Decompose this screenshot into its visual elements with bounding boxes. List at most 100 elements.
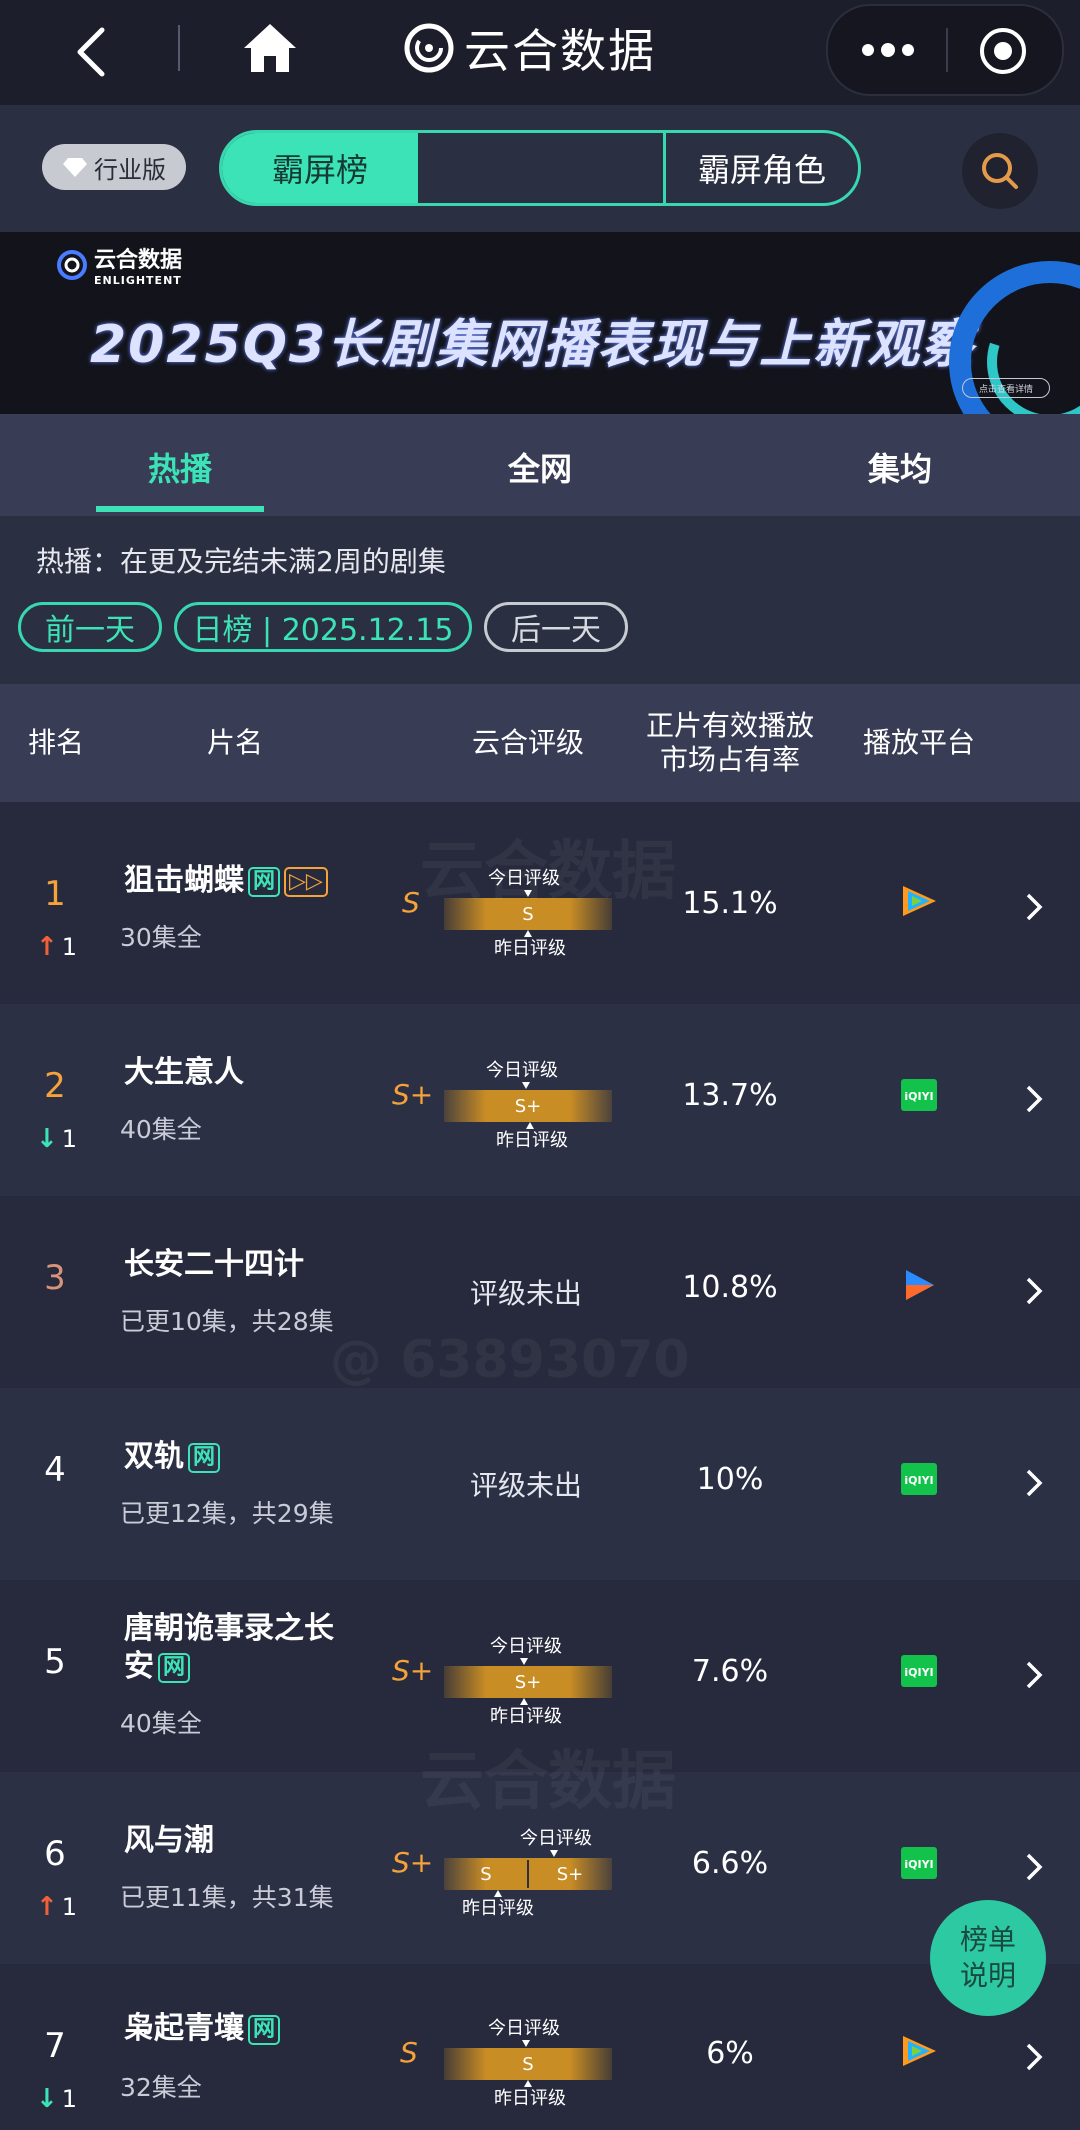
show-title: 狙击蝴蝶网 ▷▷ bbox=[124, 862, 328, 900]
grade-today-label: 今日评级 bbox=[488, 2018, 560, 2039]
banner-logo-icon bbox=[57, 249, 87, 280]
next-day-button[interactable]: 后一天 bbox=[484, 602, 628, 652]
episode-info: 40集全 bbox=[120, 1709, 202, 1738]
table-row[interactable]: 1 ↑ 1 狙击蝴蝶网 ▷▷ 30集全 S 今日评级 S 昨日评级 15.1% bbox=[0, 812, 1080, 1004]
market-share: 15.1% bbox=[682, 886, 778, 921]
diamond-icon bbox=[63, 158, 87, 177]
promo-banner[interactable]: 云合数据 ENLIGHTENT 2025Q3长剧集网播表现与上新观察 点击查看详… bbox=[0, 232, 1080, 414]
home-icon[interactable] bbox=[242, 22, 298, 74]
header-grade: 云合评级 bbox=[471, 726, 584, 759]
edition-label: 行业版 bbox=[94, 155, 166, 184]
tencent-video-icon bbox=[903, 2036, 936, 2066]
iqiyi-icon: iQIYI bbox=[901, 1847, 937, 1879]
grade-yesterday-label: 昨日评级 bbox=[462, 1898, 534, 1919]
iqiyi-icon: iQIYI bbox=[901, 1463, 937, 1495]
grade-today-label: 今日评级 bbox=[520, 1828, 592, 1849]
active-tab-indicator bbox=[96, 506, 264, 512]
grade-yesterday-label: 昨日评级 bbox=[490, 1706, 562, 1727]
episode-info: 30集全 bbox=[120, 923, 202, 952]
grade-letter: S bbox=[400, 2036, 418, 2069]
market-share: 10% bbox=[696, 1462, 764, 1497]
segment-ba-ping-bang[interactable]: 霸屏榜 bbox=[222, 133, 418, 203]
episode-info: 已更10集，共28集 bbox=[120, 1307, 334, 1336]
ranking-type-switch: 霸屏榜 霸屏角色 bbox=[219, 130, 861, 206]
edition-badge[interactable]: 行业版 bbox=[42, 144, 186, 190]
chevron-right-icon[interactable] bbox=[1024, 1468, 1044, 1498]
segment-ba-ping-role[interactable]: 霸屏角色 bbox=[666, 133, 858, 203]
arrow-up-icon: ↑ bbox=[36, 932, 58, 962]
chevron-right-icon[interactable] bbox=[1024, 1852, 1044, 1882]
rank-change: ↓ 1 bbox=[36, 1124, 78, 1154]
table-row[interactable]: 3 长安二十四计 已更10集，共28集 评级未出 10.8% bbox=[0, 1196, 1080, 1388]
today-pointer bbox=[550, 1850, 558, 1857]
chevron-right-icon[interactable] bbox=[1024, 2042, 1044, 2072]
youku-icon bbox=[906, 1270, 934, 1300]
miniprogram-capsule bbox=[826, 4, 1064, 96]
rank-number: 4 bbox=[44, 1450, 66, 1490]
market-share: 7.6% bbox=[691, 1654, 769, 1689]
arrow-up-icon: ↑ bbox=[36, 1892, 58, 1922]
tab-per-episode[interactable]: 集均 bbox=[810, 444, 990, 490]
grade-letter: S+ bbox=[392, 1846, 434, 1879]
grade-yesterday-label: 昨日评级 bbox=[494, 938, 566, 959]
banner-detail-button[interactable]: 点击查看详情 bbox=[962, 378, 1050, 398]
segment-hidden[interactable] bbox=[418, 133, 666, 203]
banner-logo-cn: 云合数据 bbox=[94, 248, 183, 273]
prev-day-button[interactable]: 前一天 bbox=[18, 602, 162, 652]
chevron-right-icon[interactable] bbox=[1024, 1084, 1044, 1114]
iqiyi-icon: iQIYI bbox=[901, 1079, 937, 1111]
grade-letter: S bbox=[402, 886, 420, 919]
chevron-right-icon[interactable] bbox=[1024, 892, 1044, 922]
show-title: 风与潮 bbox=[124, 1823, 214, 1858]
date-picker[interactable]: 日榜 | 2025.12.15 bbox=[174, 602, 472, 652]
header-platform: 播放平台 bbox=[862, 726, 975, 759]
tab-all-network[interactable]: 全网 bbox=[450, 444, 630, 490]
table-row[interactable]: 2 ↓ 1 大生意人 40集全 S+ 今日评级 S+ 昨日评级 13.7% iQI… bbox=[0, 1004, 1080, 1196]
rank-number: 7 bbox=[44, 2026, 66, 2066]
grade-bar: S bbox=[444, 898, 612, 930]
brand: 云合数据 bbox=[404, 18, 656, 78]
grade-bar: S+ bbox=[444, 1666, 612, 1698]
arrow-down-icon: ↓ bbox=[36, 1124, 58, 1154]
rank-change: ↓ 1 bbox=[36, 2084, 78, 2114]
show-title: 双轨网 bbox=[124, 1438, 221, 1476]
ranking-toolbar: 行业版 霸屏榜 霸屏角色 bbox=[0, 105, 1080, 232]
table-row[interactable]: 7 ↓ 1 枭起青壤网 32集全 S 今日评级 S 昨日评级 6% bbox=[0, 1964, 1080, 2130]
grade-yesterday-label: 昨日评级 bbox=[494, 2088, 566, 2109]
more-dots-icon[interactable] bbox=[858, 30, 918, 70]
back-arrow-icon[interactable] bbox=[70, 22, 110, 82]
rank-number: 6 bbox=[44, 1834, 66, 1874]
today-pointer bbox=[520, 1658, 528, 1665]
market-share: 6% bbox=[706, 2036, 754, 2071]
episode-info: 40集全 bbox=[120, 1115, 202, 1144]
table-row[interactable]: 4 双轨网 已更12集，共29集 评级未出 10% iQIYI bbox=[0, 1388, 1080, 1580]
grade-pending: 评级未出 bbox=[470, 1277, 583, 1310]
show-title: 大生意人 bbox=[124, 1055, 244, 1090]
chevron-right-icon[interactable] bbox=[1024, 1276, 1044, 1306]
tab-hot[interactable]: 热播 bbox=[90, 444, 270, 490]
rank-number: 3 bbox=[44, 1258, 66, 1298]
web-drama-tag: 网 bbox=[158, 1652, 191, 1683]
grade-yesterday-label: 昨日评级 bbox=[496, 1130, 568, 1151]
grade-today-label: 今日评级 bbox=[490, 1636, 562, 1657]
chevron-right-icon[interactable] bbox=[1024, 1660, 1044, 1690]
search-button[interactable] bbox=[962, 133, 1038, 209]
arrow-down-icon: ↓ bbox=[36, 2084, 58, 2114]
header-rank: 排名 bbox=[27, 726, 84, 759]
web-drama-tag: 网 bbox=[248, 866, 281, 897]
capsule-divider bbox=[946, 28, 948, 72]
ranking-explanation-button[interactable]: 榜单 说明 bbox=[930, 1900, 1046, 2016]
grade-letter: S+ bbox=[392, 1654, 434, 1687]
iqiyi-icon: iQIYI bbox=[901, 1655, 937, 1687]
episode-info: 32集全 bbox=[120, 2073, 202, 2102]
today-pointer bbox=[524, 890, 532, 897]
close-target-icon[interactable] bbox=[978, 26, 1028, 76]
tab-bar: 热播 全网 集均 bbox=[0, 414, 1080, 516]
table-row[interactable]: 5 唐朝诡事录之长 安网 40集全 S+ 今日评级 S+ 昨日评级 7.6% i… bbox=[0, 1580, 1080, 1772]
show-title: 长安二十四计 bbox=[124, 1247, 304, 1282]
banner-logo-en: ENLIGHTENT bbox=[94, 274, 182, 287]
table-row[interactable]: 6 ↑ 1 风与潮 已更11集，共31集 S+ 今日评级 S S+ 昨日评级 6.… bbox=[0, 1772, 1080, 1964]
episode-info: 已更12集，共29集 bbox=[120, 1499, 334, 1528]
grade-pending: 评级未出 bbox=[470, 1469, 583, 1502]
top-nav-bar: 云合数据 bbox=[0, 0, 1080, 105]
